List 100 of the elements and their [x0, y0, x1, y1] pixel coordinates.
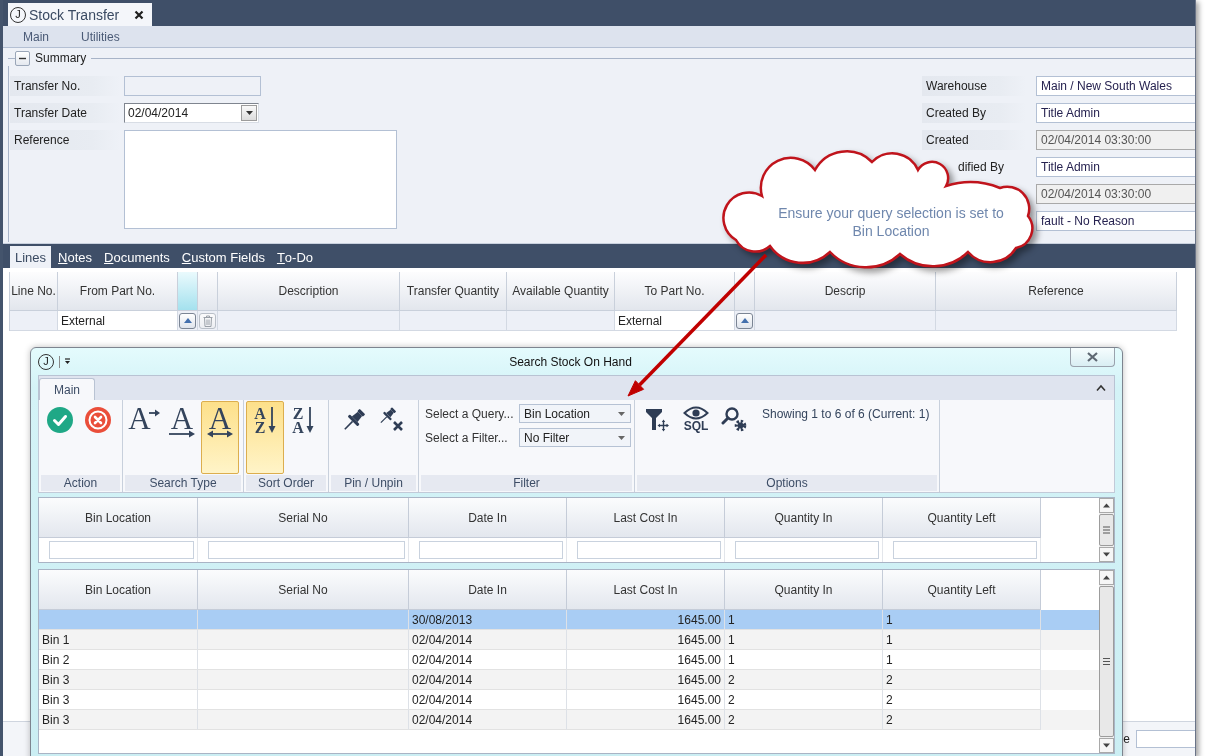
caret-up-icon	[183, 318, 192, 323]
collapse-button[interactable]	[15, 50, 30, 66]
unpin-icon[interactable]	[379, 407, 405, 433]
close-button[interactable]	[1070, 348, 1115, 367]
search-type-button[interactable]: A	[163, 401, 201, 474]
table-row[interactable]: Bin 3 02/04/2014 1645.00 2 2	[39, 670, 1099, 690]
filter-field[interactable]	[577, 541, 721, 559]
caret-down-icon	[245, 111, 253, 115]
dropdown-button[interactable]	[241, 105, 257, 121]
pin-icon[interactable]	[341, 407, 367, 433]
menu-item[interactable]: Utilities	[81, 29, 120, 44]
window-title: Search Stock On Hand	[509, 354, 632, 369]
filter-icon[interactable]	[645, 406, 669, 432]
status-text: Showing 1 to 6 of 6 (Current: 1)	[762, 407, 930, 421]
dropdown[interactable]: No Filter	[519, 428, 631, 447]
column-header: Bin Location	[39, 498, 198, 538]
filter-field[interactable]	[735, 541, 879, 559]
table-row[interactable]: Bin 1 02/04/2014 1645.00 1 1	[39, 630, 1099, 650]
field-label: Select a Query...	[425, 406, 515, 421]
group-label: Action	[41, 475, 120, 491]
table-cell: 1	[725, 630, 883, 650]
search-settings-icon[interactable]	[721, 406, 747, 432]
group-label: Filter	[421, 475, 632, 491]
double-arrow-icon	[207, 430, 233, 438]
column-header: Available Quantity	[507, 272, 615, 311]
text-field[interactable]: fault - No Reason	[1036, 211, 1195, 231]
column-header: Date In	[409, 498, 567, 538]
column-header: Reference	[936, 272, 1177, 311]
arrow-right-icon	[169, 430, 195, 438]
text-field[interactable]	[1136, 730, 1195, 748]
callout-text: Ensure your query selection is set to Bin Location	[777, 204, 1005, 240]
search-type-button[interactable]: A	[201, 401, 239, 474]
table-cell: 2	[883, 670, 1041, 690]
menu-item[interactable]: Main	[23, 29, 49, 44]
column-header: Serial No	[198, 570, 409, 610]
sort-button[interactable]: Z A	[284, 401, 322, 474]
column-header: Last Cost In	[567, 498, 725, 538]
table-cell: 1645.00	[567, 630, 725, 650]
tab[interactable]: Custom Fields	[176, 246, 270, 268]
caret-icon[interactable]	[59, 354, 71, 369]
group-label: Pin / Unpin	[331, 475, 416, 491]
table-cell: 2	[725, 710, 883, 730]
column-header: Serial No	[198, 498, 409, 538]
date-field[interactable]: 02/04/2014	[124, 103, 259, 123]
dropdown[interactable]: Bin Location	[519, 404, 631, 423]
column-header: Bin Location	[39, 570, 198, 610]
search-type-button[interactable]: A	[125, 401, 163, 474]
column-header: Descrip	[755, 272, 936, 311]
filter-field[interactable]	[893, 541, 1037, 559]
field-label: dified By	[958, 159, 1005, 176]
column-header: Transfer Quantity	[400, 272, 507, 311]
tab[interactable]: Notes	[53, 246, 98, 268]
column-header: Date In	[409, 570, 567, 610]
column-header: Quantity In	[725, 498, 883, 538]
arrow-down-icon	[305, 407, 314, 433]
column-header: Last Cost In	[567, 570, 725, 610]
ribbon-tab[interactable]: Main	[39, 378, 95, 400]
table-cell: 02/04/2014	[409, 630, 567, 650]
arrow-down-icon	[267, 407, 276, 433]
caret-up-icon	[740, 318, 749, 323]
text-field[interactable]: Title Admin	[1036, 103, 1195, 123]
tab[interactable]: Documents	[99, 246, 175, 268]
table-row[interactable]: 30/08/2013 1645.00 1 1	[39, 610, 1099, 630]
filter-field[interactable]	[49, 541, 194, 559]
table-cell: 1	[883, 630, 1041, 650]
column-header: Quantity In	[725, 570, 883, 610]
lookup-button[interactable]	[736, 312, 753, 329]
chevron-up-icon[interactable]	[1096, 384, 1106, 392]
group-label: Sort Order	[246, 475, 326, 491]
sql-button[interactable]: SQL	[683, 406, 709, 433]
table-cell: Bin 3	[39, 670, 198, 690]
group-label: Search Type	[125, 475, 241, 491]
tab[interactable]: Lines	[10, 246, 52, 268]
column-header: Description	[218, 272, 400, 311]
vertical-scrollbar[interactable]	[1099, 498, 1114, 562]
cancel-icon[interactable]	[85, 407, 111, 433]
caret-down-icon	[618, 435, 625, 440]
table-cell: External	[615, 311, 735, 331]
table-cell: 1645.00	[567, 710, 725, 730]
group-label: Options	[637, 475, 937, 491]
filter-field[interactable]	[419, 541, 563, 559]
table-cell: 1645.00	[567, 670, 725, 690]
table-cell: 02/04/2014	[409, 710, 567, 730]
table-row[interactable]: Bin 3 02/04/2014 1645.00 2 2	[39, 710, 1099, 730]
close-icon	[1087, 352, 1098, 362]
check-icon[interactable]	[47, 407, 73, 433]
table-cell: 2	[883, 710, 1041, 730]
delete-button[interactable]	[199, 312, 216, 329]
sort-button[interactable]: A Z	[246, 401, 284, 474]
column-header: From Part No.	[58, 272, 178, 311]
caret-down-icon	[618, 411, 625, 416]
tab[interactable]: To-Do	[271, 246, 319, 268]
column-header: Line No.	[10, 272, 58, 311]
text-field[interactable]: Title Admin	[1036, 157, 1195, 177]
close-icon[interactable]	[134, 9, 145, 20]
filter-field[interactable]	[208, 541, 405, 559]
document-tab[interactable]: J Stock Transfer	[8, 3, 153, 26]
lookup-button[interactable]	[179, 312, 196, 329]
text-field[interactable]: Main / New South Wales	[1036, 76, 1195, 96]
vertical-scrollbar[interactable]	[1099, 570, 1114, 753]
